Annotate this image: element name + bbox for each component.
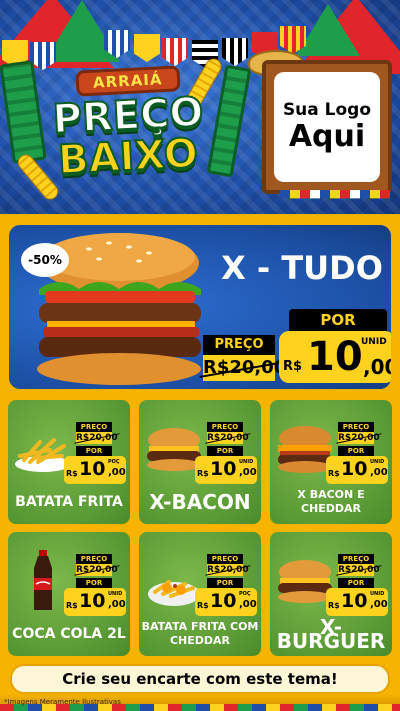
currency-symbol: R$ [66,469,78,478]
new-price-label: POR [76,578,112,588]
price-unit: UNID [108,591,123,597]
currency-symbol: R$ [197,469,209,478]
old-price-label: PREÇO [207,422,243,432]
price-box: PREÇO R$20,00 POR R$ 10 UNID ,00 [195,422,257,484]
discount-badge: -50% [21,243,69,277]
price-decimal: ,00 [108,467,126,478]
product-card[interactable]: PREÇO R$20,00 POR R$ 10 UNID ,00 X-BACON [137,398,263,526]
logo-placeholder-frame[interactable]: Sua Logo Aqui [262,60,392,194]
price-unit: UNID [239,459,254,465]
old-price-label: PREÇO [338,554,374,564]
product-card[interactable]: PREÇO R$20,00 POR R$ 10 POÇ ,00 BATATA FRITA [6,398,132,526]
featured-product-name: X - TUDO [221,249,383,287]
old-price-value: R$20,00 [207,432,249,444]
header-banner: ARRAIÁ PREÇO BAIXO Sua Logo Aqui [0,0,400,214]
logo-placeholder[interactable]: Sua Logo Aqui [274,72,380,182]
mini-bunting [280,190,390,199]
product-card[interactable]: PREÇO R$20,00 POR R$ 10 POÇ ,00 BATATA FRITA CO… [137,530,263,658]
product-card[interactable]: PREÇO R$20,00 POR R$ 10 UNID ,00 X BACON E CHED… [268,398,394,526]
price-integer: 10 [341,590,368,612]
old-price-label: PREÇO [338,422,374,432]
logo-text-line1: Sua Logo [282,100,372,120]
old-price-label: PREÇO [76,422,112,432]
logo-text-line2: Aqui [288,119,366,154]
price-integer: 10 [79,590,106,612]
product-card[interactable]: PREÇO R$20,00 POR R$ 10 UNID ,00 COCA COLA 2L [6,530,132,658]
price-box: PREÇO R$20,00 POR R$ 10 UNID ,00 [326,422,388,484]
price-unit: UNID [361,337,387,347]
product-name: BATATA FRITA [15,494,123,510]
old-price-value: R$20,00 [338,564,380,576]
new-price-label: POR [338,446,374,456]
old-price-value: R$20,00 [338,432,380,444]
old-price-label: PREÇO [76,554,112,564]
product-name: X-BURGUER [276,615,386,653]
cta-banner[interactable]: Crie seu encarte com este tema! [10,664,390,694]
new-price-label: POR [207,578,243,588]
price-unit: POÇ [239,591,251,597]
featured-product-card[interactable]: -50% X - TUDO PREÇO R$20,00 POR R$ 10 UN… [6,222,394,392]
currency-symbol: R$ [328,601,340,610]
pennant-flag-icon [222,38,248,66]
old-price-value: R$20,00 [207,564,249,576]
product-grid: PREÇO R$20,00 POR R$ 10 POÇ ,00 BATATA FRITA PRE… [6,398,394,660]
old-price-value: R$20,00 [76,432,118,444]
price-decimal: ,00 [370,467,388,478]
old-price-label: PREÇO [207,554,243,564]
new-price-value: R$ 10 UNID ,00 [64,588,126,616]
price-box: PREÇO R$20,00 POR R$ 10 POÇ ,00 [64,422,126,484]
price-unit: POÇ [108,459,120,465]
currency-symbol: R$ [283,359,303,374]
product-card[interactable]: PREÇO R$20,00 POR R$ 10 UNID ,00 X-BURGUER [268,530,394,658]
title-line2: BAIXO [56,129,200,184]
price-decimal: ,00 [239,599,257,610]
new-price-label: POR [289,309,387,331]
new-price-value: R$ 10 UNID ,00 [326,588,388,616]
price-unit: UNID [370,459,385,465]
title-logo: ARRAIÁ PREÇO BAIXO [28,64,228,194]
price-unit: UNID [370,591,385,597]
price-integer: 10 [341,458,368,480]
new-price-label: POR [338,578,374,588]
product-name: COCA COLA 2L [12,626,126,642]
pennant-flag-icon [162,38,188,66]
price-box: PREÇO R$20,00 POR R$ 10 POÇ ,00 [195,554,257,616]
disclaimer-text: *Imagens Meramente Ilustrativas [4,698,121,706]
price-decimal: ,00 [239,467,257,478]
product-name: X BACON E CHEDDAR [297,488,365,515]
price-integer: 10 [307,334,363,380]
new-price-value: R$ 10 UNID ,00 [195,456,257,484]
price-box: PREÇO R$20,00 POR R$ 10 UNID ,00 [64,554,126,616]
product-name: BATATA FRITA COM CHEDDAR [141,620,259,647]
price-decimal: ,00 [370,599,388,610]
old-price-value: R$20,00 [203,355,286,381]
new-price-label: POR [76,446,112,456]
price-integer: 10 [79,458,106,480]
price-integer: 10 [210,590,237,612]
new-price-value: R$ 10 UNID ,00 [279,331,391,383]
pennant-flag-icon [134,34,160,62]
price-decimal: ,00 [108,599,126,610]
new-price-value: R$ 10 UNID ,00 [326,456,388,484]
currency-symbol: R$ [66,601,78,610]
new-price-value: R$ 10 POÇ ,00 [64,456,126,484]
old-price-label: PREÇO [203,335,275,355]
price-box: PREÇO R$20,00 POR R$ 10 UNID ,00 [326,554,388,616]
old-price-value: R$20,00 [76,564,118,576]
featured-price-box: PREÇO R$20,00 POR R$ 10 UNID ,00 [203,309,391,387]
currency-symbol: R$ [197,601,209,610]
new-price-value: R$ 10 POÇ ,00 [195,588,257,616]
product-name: X-BACON [149,490,251,514]
new-price-label: POR [207,446,243,456]
price-integer: 10 [210,458,237,480]
currency-symbol: R$ [328,469,340,478]
price-decimal: ,00 [363,355,391,379]
